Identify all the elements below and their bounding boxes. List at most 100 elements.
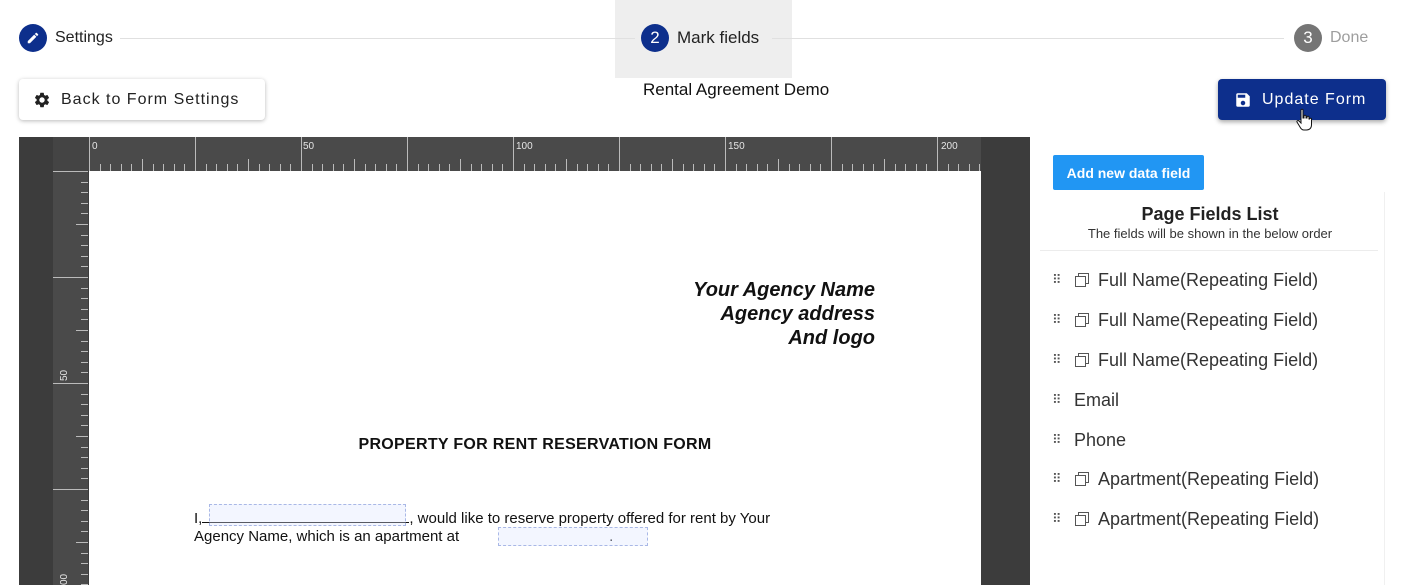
ruler-tick: [81, 553, 88, 554]
ruler-tick: [481, 164, 482, 171]
ruler-tick: [163, 164, 164, 171]
add-new-data-field-button[interactable]: Add new data field: [1053, 155, 1204, 190]
ruler-tick: [683, 164, 684, 171]
ruler-tick: [76, 330, 88, 331]
panel-divider: [1040, 250, 1378, 251]
field-item[interactable]: ⠿ Apartment(Repeating Field): [1052, 467, 1319, 491]
ruler-corner: [53, 137, 89, 171]
ruler-tick: [81, 288, 88, 289]
ruler-label: 0: [92, 141, 98, 152]
ruler-tick: [81, 245, 88, 246]
ruler-tick: [76, 224, 88, 225]
ruler-tick: [545, 164, 546, 171]
agency-logo-placeholder: And logo: [788, 327, 875, 349]
document-title: PROPERTY FOR RENT RESERVATION FORM: [358, 436, 712, 453]
ruler-tick: [81, 362, 88, 363]
ruler-tick: [884, 159, 885, 171]
document-page[interactable]: Your Agency Name Agency address And logo…: [89, 171, 981, 585]
step-done[interactable]: 3 Done: [1294, 24, 1368, 52]
ruler-tick: [757, 164, 758, 171]
field-label: Apartment(Repeating Field): [1098, 468, 1320, 489]
field-label: Full Name(Repeating Field): [1098, 309, 1319, 330]
ruler-tick: [81, 510, 88, 511]
drag-handle-icon[interactable]: ⠿: [1052, 312, 1062, 328]
panel-subtitle: The fields will be shown in the below or…: [1087, 226, 1333, 241]
ruler-label: 200: [941, 141, 958, 152]
copy-icon: [1075, 313, 1089, 327]
ruler-tick: [693, 164, 694, 171]
ruler-tick: [81, 182, 88, 183]
drag-handle-icon[interactable]: ⠿: [1052, 392, 1062, 408]
field-item[interactable]: ⠿ Full Name(Repeating Field): [1052, 348, 1318, 372]
ruler-tick: [725, 137, 726, 171]
field-item[interactable]: ⠿ Full Name(Repeating Field): [1052, 268, 1318, 292]
ruler-tick: [513, 137, 514, 171]
field-label: Email: [1074, 389, 1120, 410]
ruler-tick: [81, 531, 88, 532]
ruler-label: 150: [728, 141, 745, 152]
agency-address: Agency address: [720, 303, 875, 325]
apartment-field-box[interactable]: [498, 527, 648, 546]
ruler-tick: [524, 164, 525, 171]
step-settings[interactable]: Settings: [19, 24, 113, 52]
gear-icon: [34, 92, 50, 107]
ruler-tick: [81, 372, 88, 373]
ruler-tick: [81, 457, 88, 458]
ruler-tick: [407, 137, 408, 171]
ruler-label: 100: [516, 141, 533, 152]
ruler-tick: [471, 164, 472, 171]
full-name-field-box[interactable]: [209, 504, 406, 526]
ruler-tick: [301, 137, 302, 171]
step-label: Done: [1330, 29, 1369, 46]
ruler-tick: [184, 164, 185, 171]
ruler-tick: [418, 164, 419, 171]
field-item[interactable]: ⠿ Apartment(Repeating Field): [1052, 507, 1319, 531]
ruler-tick: [365, 164, 366, 171]
ruler-tick: [460, 159, 461, 171]
ruler-tick: [937, 137, 938, 171]
ruler-tick: [53, 383, 88, 384]
ruler-tick: [237, 164, 238, 171]
ruler-tick: [640, 164, 641, 171]
field-label: Phone: [1074, 429, 1127, 450]
ruler-tick: [81, 404, 88, 405]
ruler-tick: [81, 213, 88, 214]
document-editor[interactable]: 0 50 100 150 200 50 00 Your Agency Name …: [19, 137, 1030, 585]
ruler-tick: [492, 164, 493, 171]
ruler-tick: [630, 164, 631, 171]
drag-handle-icon[interactable]: ⠿: [1052, 432, 1062, 448]
ruler-tick: [81, 266, 88, 267]
hand-cursor-icon: [1296, 108, 1312, 137]
ruler-tick: [852, 164, 853, 171]
ruler-tick: [248, 159, 249, 171]
ruler-tick: [608, 164, 609, 171]
ruler-label: 50: [59, 369, 70, 381]
ruler-tick: [396, 164, 397, 171]
ruler-tick: [842, 164, 843, 171]
step-mark-fields[interactable]: 2 Mark fields: [641, 24, 759, 52]
drag-handle-icon[interactable]: ⠿: [1052, 352, 1062, 368]
step-label: Settings: [55, 29, 113, 46]
ruler-label: 00: [59, 573, 70, 585]
ruler-tick: [322, 164, 323, 171]
ruler-tick: [81, 298, 88, 299]
step-connector: [772, 38, 1284, 39]
ruler-label: 50: [303, 141, 315, 152]
drag-handle-icon[interactable]: ⠿: [1052, 471, 1062, 487]
ruler-tick: [820, 164, 821, 171]
field-item[interactable]: ⠿ Phone: [1052, 428, 1126, 452]
back-to-form-settings-button[interactable]: Back to Form Settings: [19, 79, 265, 120]
ruler-tick: [948, 164, 949, 171]
ruler-tick: [121, 164, 122, 171]
field-item[interactable]: ⠿ Full Name(Repeating Field): [1052, 308, 1318, 332]
ruler-tick: [916, 164, 917, 171]
drag-handle-icon[interactable]: ⠿: [1052, 511, 1062, 527]
ruler-tick: [81, 574, 88, 575]
ruler-tick: [81, 341, 88, 342]
field-item[interactable]: ⠿ Email: [1052, 388, 1119, 412]
ruler-tick: [746, 164, 747, 171]
ruler-tick: [259, 164, 260, 171]
drag-handle-icon[interactable]: ⠿: [1052, 272, 1062, 288]
ruler-tick: [863, 164, 864, 171]
ruler-tick: [566, 159, 567, 171]
